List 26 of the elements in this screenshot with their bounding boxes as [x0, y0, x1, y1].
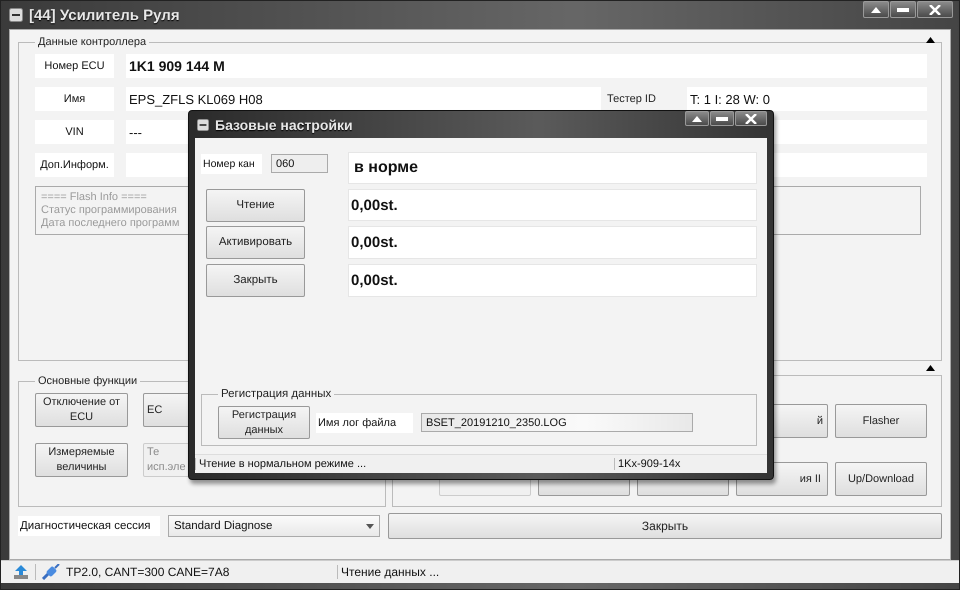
- field-label: Номер ECU: [35, 54, 114, 78]
- status-message: Чтение в нормальном режиме ...: [195, 458, 614, 470]
- field-label: Тестер ID: [606, 92, 657, 107]
- group-title: Основные функции: [37, 375, 138, 387]
- reading-value: 0,00st.: [348, 189, 757, 221]
- info-line: Статус программирования: [41, 204, 177, 217]
- window-title: [44] Усилитель Руля: [29, 6, 180, 24]
- field-value: EPS_ZFLS KL069 H08: [126, 87, 601, 111]
- reading-value: 0,00st.: [348, 264, 757, 297]
- field-label: Доп.Информ.: [35, 153, 114, 177]
- info-line: Дата последнего программ: [41, 217, 180, 230]
- session-label: Диагностическая сессия: [18, 516, 160, 536]
- group-title: Регистрация данных: [220, 388, 332, 400]
- connection-status: TP2.0, CANT=300 CANE=7A8: [66, 565, 230, 579]
- field-value: 1K1 909 144 M: [126, 54, 927, 78]
- group-title: Данные контроллера: [37, 36, 148, 48]
- status-value: в норме: [348, 152, 757, 184]
- info-line: ==== Flash Info ====: [41, 191, 147, 204]
- reading-value: 0,00st.: [348, 226, 757, 259]
- ecu-code: 1Kx-909-14x: [614, 458, 680, 470]
- field-label: VIN: [35, 120, 114, 144]
- file-name-label: Имя лог файла: [316, 412, 413, 432]
- field-value: T: 1 I: 28 W: 0: [687, 87, 927, 111]
- field-label: Имя: [35, 87, 114, 111]
- status-message: Чтение данных ...: [337, 565, 440, 579]
- channel-label: Номер кан: [201, 154, 262, 174]
